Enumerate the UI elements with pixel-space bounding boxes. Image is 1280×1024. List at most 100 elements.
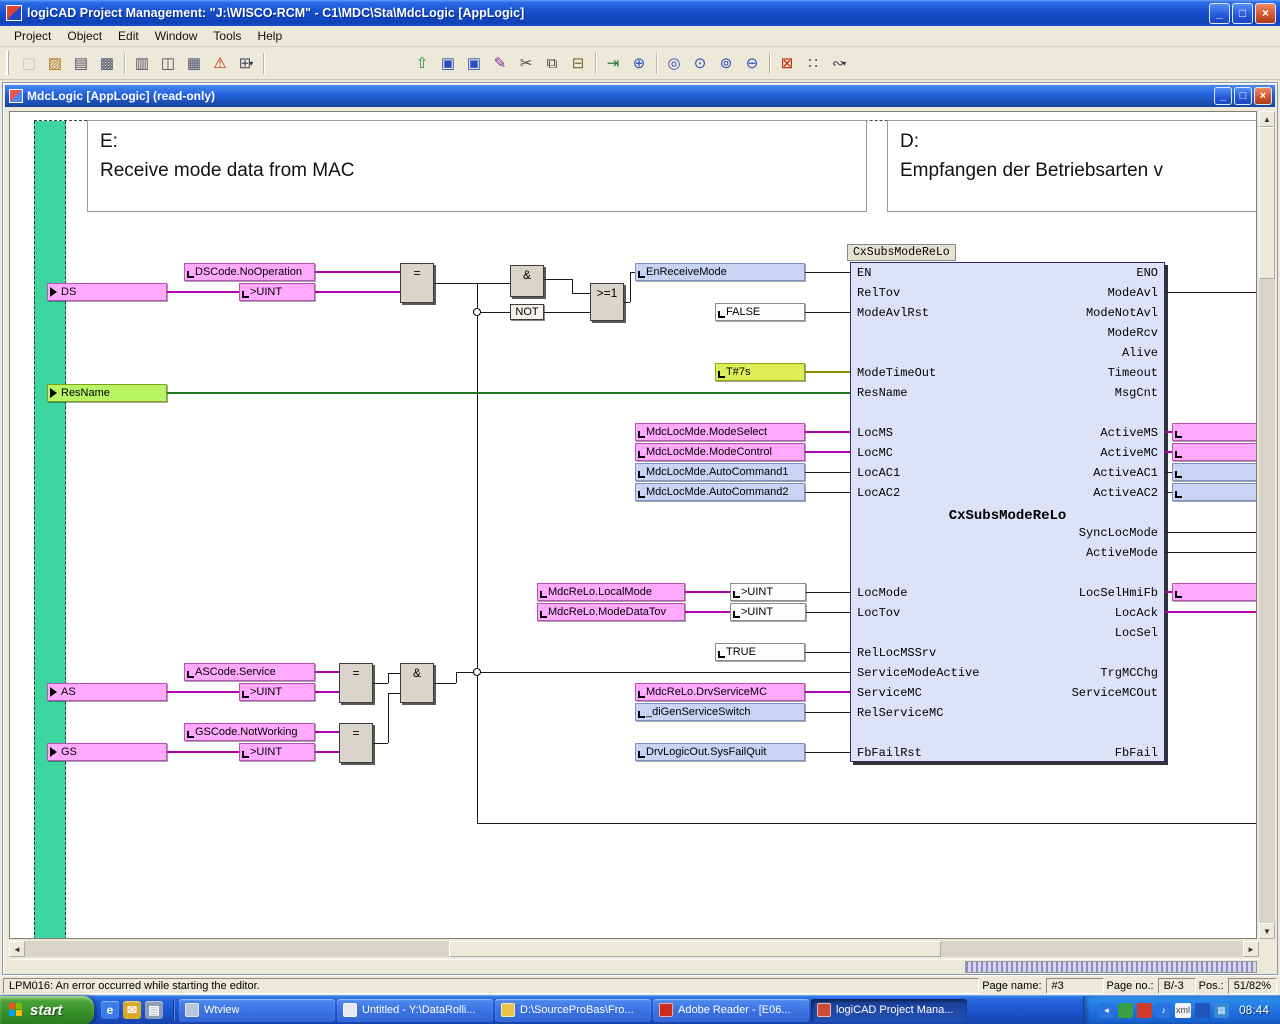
fb-input-loctov[interactable]: LocTov [857, 604, 900, 622]
fb-output-synclocmode[interactable]: SyncLocMode [1079, 524, 1158, 542]
print-icon[interactable]: ▤ [68, 51, 94, 76]
fb-output-modenotavl[interactable]: ModeNotAvl [1086, 304, 1158, 322]
mail-icon[interactable]: ✉ [123, 1001, 141, 1019]
xml-icon[interactable]: xml [1175, 1003, 1191, 1018]
fb-output-msgcnt[interactable]: MsgCnt [1115, 384, 1158, 402]
menu-help[interactable]: Help [249, 27, 290, 45]
save-icon[interactable]: ▣ [435, 51, 461, 76]
fb-input-locac1[interactable]: LocAC1 [857, 464, 900, 482]
connection-mode-icon[interactable]: ∾▾ [826, 51, 852, 76]
var-box[interactable]: >UINT [730, 603, 806, 621]
fb-input-servicemc[interactable]: ServiceMC [857, 684, 922, 702]
show-desktop-icon[interactable]: ▤ [145, 1001, 163, 1019]
menu-tools[interactable]: Tools [205, 27, 249, 45]
or-gate[interactable]: >=1 [590, 283, 624, 321]
fb-input-reltov[interactable]: RelTov [857, 284, 900, 302]
cut-icon[interactable]: ✂ [513, 51, 539, 76]
fb-output-activeac1[interactable]: ActiveAC1 [1093, 464, 1158, 482]
zoom-out-icon[interactable]: ⊖ [739, 51, 765, 76]
menu-object[interactable]: Object [59, 27, 110, 45]
table-view-icon[interactable]: ⊞▾ [233, 51, 259, 76]
var-box[interactable] [1172, 483, 1257, 501]
fb-input-relservicemc[interactable]: RelServiceMC [857, 704, 943, 722]
fb-output-eno[interactable]: ENO [1136, 264, 1158, 282]
comment-box-german[interactable]: D: Empfangen der Betriebsarten v [887, 120, 1257, 212]
input-tag-as[interactable]: AS [47, 683, 167, 701]
tray-red-app-icon[interactable] [1137, 1003, 1152, 1018]
var-box[interactable] [1172, 423, 1257, 441]
var-box[interactable]: T#7s [715, 363, 805, 381]
vertical-scroll-thumb[interactable] [1259, 127, 1275, 279]
task-button[interactable]: D:\SourceProBas\Fro... [495, 999, 651, 1022]
horizontal-scrollbar[interactable]: ◄ ► [9, 941, 1259, 957]
import-icon[interactable]: ⇥ [600, 51, 626, 76]
tray-blue-app-icon[interactable] [1195, 1003, 1210, 1018]
toolbar-handle[interactable] [6, 51, 11, 75]
fb-output-locack[interactable]: LocAck [1115, 604, 1158, 622]
menu-project[interactable]: Project [6, 27, 59, 45]
equals-gate[interactable]: = [339, 723, 373, 763]
save-all-icon[interactable]: ▣ [461, 51, 487, 76]
input-tag-resname[interactable]: ResName [47, 384, 167, 402]
check-in-icon[interactable]: ⇧ [409, 51, 435, 76]
var-box[interactable]: MdcReLo.DrvServiceMC [635, 683, 805, 701]
input-tag-gs[interactable]: GS [47, 743, 167, 761]
var-box[interactable]: MdcReLo.LocalMode [537, 583, 685, 601]
vertical-scrollbar[interactable]: ▲ ▼ [1259, 111, 1275, 939]
delete-page-icon[interactable]: ⊠ [774, 51, 800, 76]
tray-chevron-icon[interactable]: ◂ [1099, 1003, 1114, 1018]
signature-icon[interactable]: ✎ [487, 51, 513, 76]
view-pages-icon[interactable]: ▦ [181, 51, 207, 76]
and-gate[interactable]: & [510, 265, 544, 297]
zoom-in-icon[interactable]: ⊕ [626, 51, 652, 76]
zoom-width-icon[interactable]: ⊙ [687, 51, 713, 76]
task-button[interactable]: Untitled - Y:\DataRolli... [337, 999, 493, 1022]
fb-instance-label[interactable]: CxSubsModeReLo [847, 244, 956, 261]
and-gate[interactable]: & [400, 663, 434, 703]
var-box[interactable]: MdcReLo.ModeDataTov [537, 603, 685, 621]
fb-output-locsel[interactable]: LocSel [1115, 624, 1158, 642]
equals-gate[interactable]: = [339, 663, 373, 703]
comment-box-english[interactable]: E: Receive mode data from MAC [87, 120, 867, 212]
var-box[interactable]: GSCode.NotWorking [184, 723, 315, 741]
fb-output-activemode[interactable]: ActiveMode [1086, 544, 1158, 562]
task-button[interactable]: Wtview [179, 999, 335, 1022]
editor-minimize-button[interactable]: _ [1214, 87, 1232, 105]
close-button[interactable]: × [1255, 3, 1276, 24]
fb-input-locmode[interactable]: LocMode [857, 584, 907, 602]
zoom-page-icon[interactable]: ◎ [661, 51, 687, 76]
copy-icon[interactable]: ⧉ [539, 51, 565, 76]
zoom-selection-icon[interactable]: ⊚ [713, 51, 739, 76]
fb-input-servicemodeactive[interactable]: ServiceModeActive [857, 664, 979, 682]
fb-output-alive[interactable]: Alive [1122, 344, 1158, 362]
var-box[interactable]: TRUE [715, 643, 805, 661]
fb-input-rellocmssrv[interactable]: RelLocMSSrv [857, 644, 936, 662]
task-button[interactable]: Adobe Reader - [E06... [653, 999, 809, 1022]
start-button[interactable]: start [0, 996, 94, 1024]
tray-green-app-icon[interactable] [1118, 1003, 1133, 1018]
horizontal-scroll-thumb[interactable] [449, 941, 941, 957]
fb-output-locselhmifb[interactable]: LocSelHmiFb [1079, 584, 1158, 602]
fb-output-activeac2[interactable]: ActiveAC2 [1093, 484, 1158, 502]
view-split-icon[interactable]: ◫ [155, 51, 181, 76]
view-columns-icon[interactable]: ▥ [129, 51, 155, 76]
fb-input-fbfailrst[interactable]: FbFailRst [857, 744, 922, 762]
grid-icon[interactable]: ∷ [800, 51, 826, 76]
var-box[interactable]: MdcLocMde.ModeControl [635, 443, 805, 461]
minimize-button[interactable]: _ [1209, 3, 1230, 24]
function-block-cxsubsmoderelo[interactable]: CxSubsModeReLo ENRelTovModeAvlRstModeTim… [850, 262, 1165, 762]
var-box[interactable]: >UINT [239, 283, 315, 301]
var-box[interactable]: ASCode.Service [184, 663, 315, 681]
var-box[interactable] [1172, 463, 1257, 481]
fb-output-modercv[interactable]: ModeRcv [1108, 324, 1158, 342]
editor-close-button[interactable]: × [1254, 87, 1272, 105]
fb-input-locmc[interactable]: LocMC [857, 444, 893, 462]
fb-input-locms[interactable]: LocMS [857, 424, 893, 442]
var-box[interactable]: DSCode.NoOperation [184, 263, 315, 281]
scroll-left-icon[interactable]: ◄ [9, 941, 25, 957]
scroll-up-icon[interactable]: ▲ [1259, 111, 1275, 127]
menu-window[interactable]: Window [147, 27, 206, 45]
var-box[interactable]: >UINT [239, 683, 315, 701]
fb-input-modeavlrst[interactable]: ModeAvlRst [857, 304, 929, 322]
var-box[interactable]: FALSE [715, 303, 805, 321]
